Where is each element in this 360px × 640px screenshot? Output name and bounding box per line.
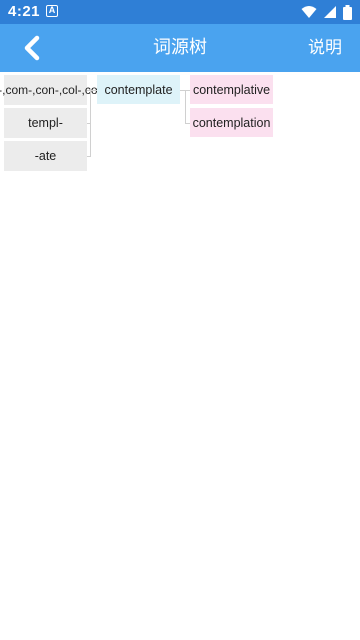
back-button[interactable] [18, 33, 48, 63]
battery-icon [343, 4, 352, 20]
help-button[interactable]: 说明 [308, 24, 342, 72]
status-icons [301, 4, 352, 20]
derived-node-contemplation[interactable]: contemplation [190, 108, 273, 137]
root-node-suffix[interactable]: -ate [4, 141, 87, 171]
root-node-prefix[interactable]: co-,com-,con-,col-,cor- [0, 75, 106, 105]
a-icon: A [46, 5, 58, 17]
status-bar: 4:21 A [0, 0, 360, 24]
tree-connector [87, 156, 91, 157]
status-time: 4:21 [8, 3, 41, 20]
signal-icon [324, 6, 336, 18]
word-node[interactable]: contemplate [97, 75, 180, 104]
page-title: 词源树 [153, 37, 207, 58]
wifi-icon [301, 6, 317, 18]
chevron-left-icon [24, 35, 40, 61]
app-bar: 词源树 说明 [0, 24, 360, 72]
tree-connector [185, 90, 186, 123]
tree-connector [87, 123, 91, 124]
derived-node-contemplative[interactable]: contemplative [190, 75, 273, 104]
root-node-stem[interactable]: templ- [4, 108, 87, 138]
etymology-tree: co-,com-,con-,col-,cor- templ- -ate cont… [0, 72, 360, 192]
